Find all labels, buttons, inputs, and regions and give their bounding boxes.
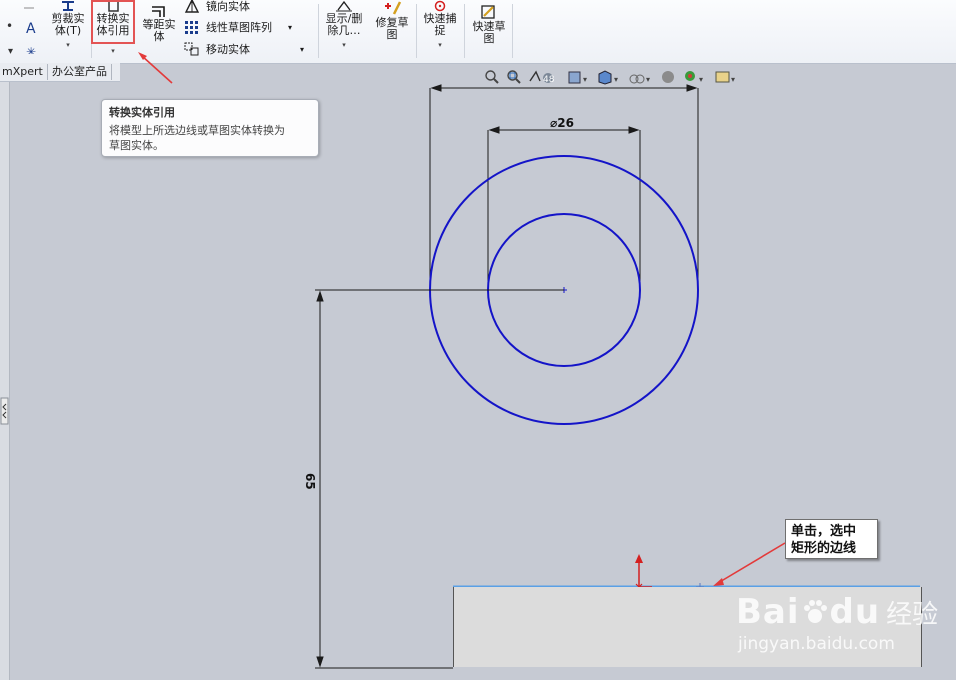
note-line-1: 单击，选中 — [791, 524, 857, 539]
baidu-watermark: Bai du 经验 jingyan.baidu.com — [736, 592, 939, 654]
vertical-dimension-label[interactable]: 65 — [303, 473, 317, 490]
inner-diameter-dimension[interactable] — [487, 126, 641, 290]
origin-y-arrow-icon — [635, 554, 643, 563]
watermark-jingyan: 经验 — [886, 600, 939, 630]
watermark-brand-2: du — [829, 592, 881, 632]
tooltip-desc-line-2: 草图实体。 — [109, 139, 164, 152]
instruction-note: 单击，选中 矩形的边线 — [785, 519, 878, 559]
convert-entities-tooltip: 转换实体引用 将模型上所选边线或草图实体转换为 草图实体。 — [101, 99, 319, 157]
note-leader-arrow-head — [713, 578, 724, 586]
callout-arrow — [141, 55, 173, 84]
watermark-brand: Bai — [736, 592, 800, 632]
watermark-url: jingyan.baidu.com — [738, 634, 895, 654]
note-leader-arrow — [717, 542, 786, 584]
tooltip-title: 转换实体引用 — [109, 106, 175, 119]
paw-logo-icon — [803, 600, 827, 623]
tooltip-desc-line-1: 将模型上所选边线或草图实体转换为 — [109, 124, 285, 137]
note-line-2: 矩形的边线 — [791, 541, 857, 556]
inner-diameter-label[interactable]: ⌀26 — [550, 116, 574, 130]
